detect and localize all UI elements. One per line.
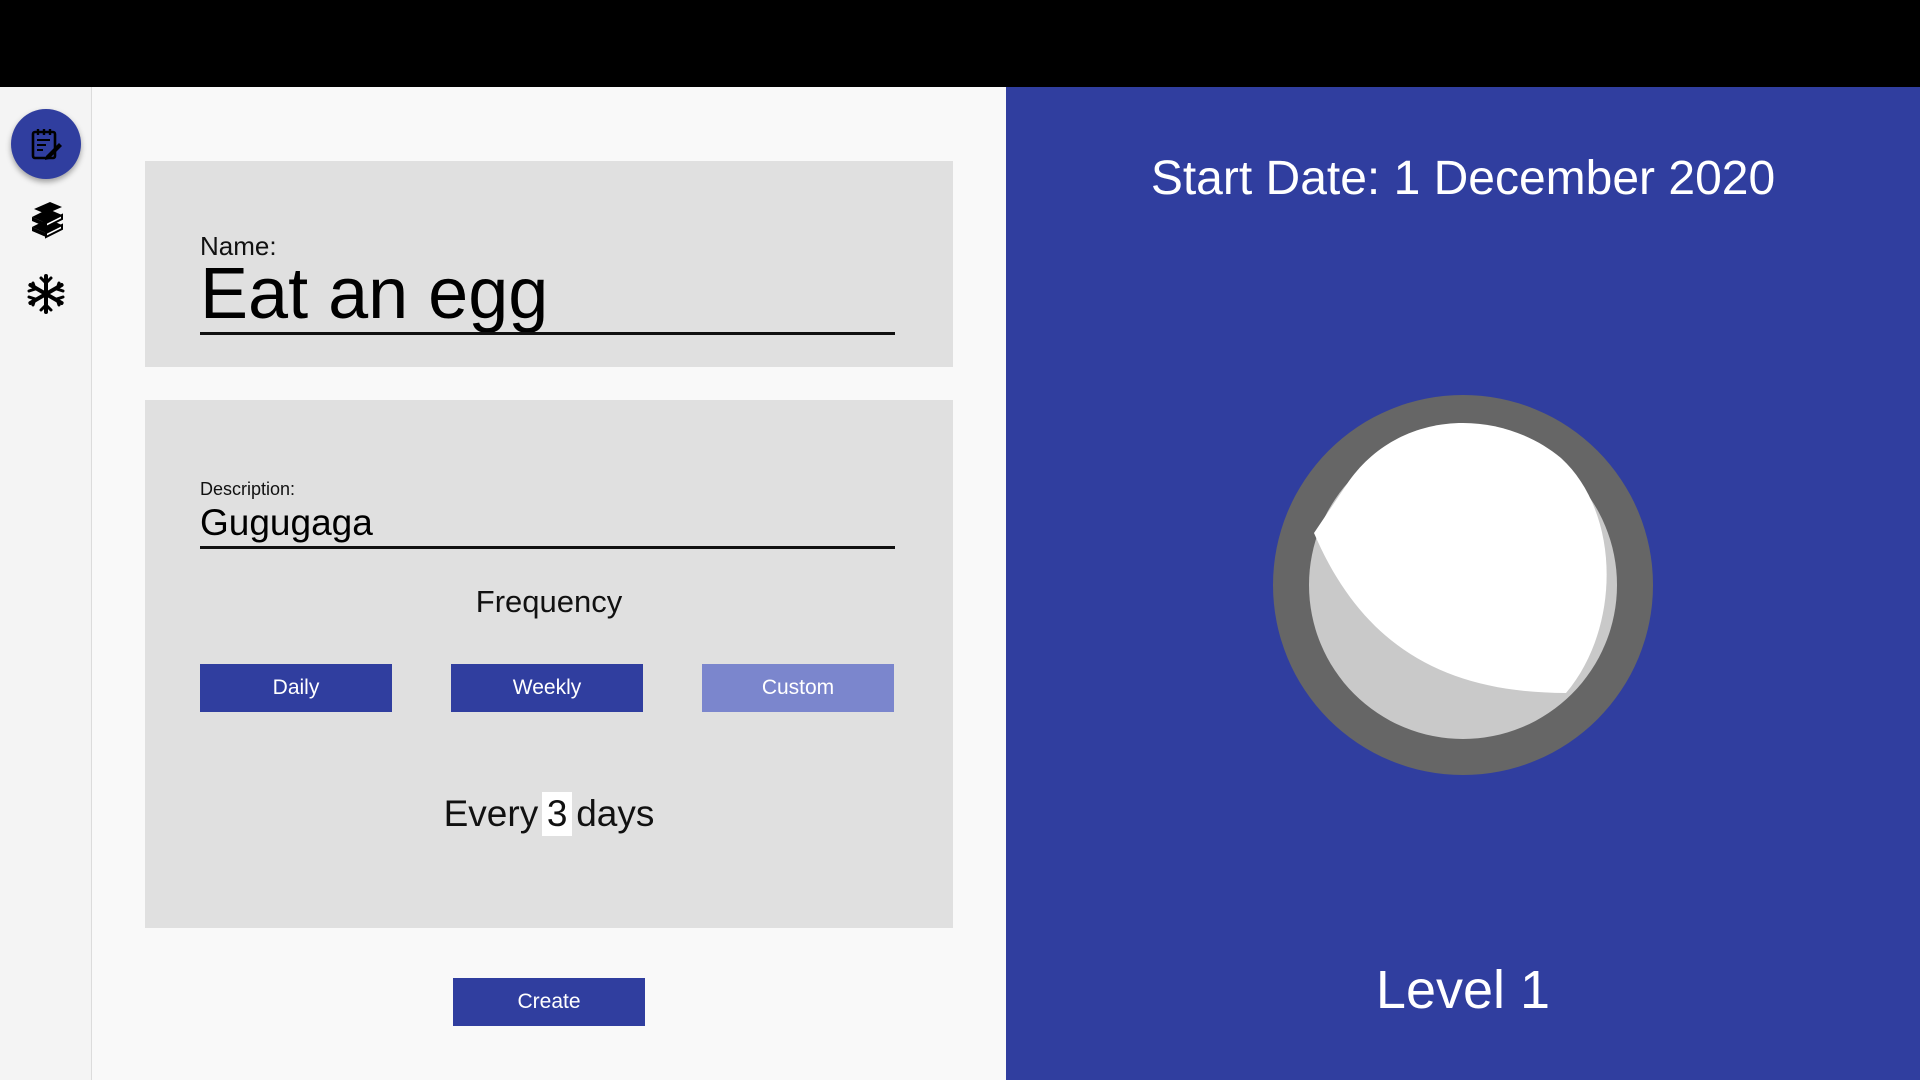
interval-days-input[interactable] — [542, 792, 573, 836]
sidebar-item-notepad[interactable] — [11, 109, 81, 179]
frequency-title: Frequency — [475, 584, 623, 619]
every-suffix: days — [576, 793, 655, 834]
level-text: Level 1 — [1375, 960, 1551, 1020]
name-card: Name: — [145, 161, 953, 367]
frequency-custom-button[interactable]: Custom — [702, 664, 894, 712]
start-date-text: Start Date: 1 December 2020 — [1150, 152, 1776, 205]
preview-panel: Start Date: 1 December 2020 Level 1 — [1006, 87, 1920, 1080]
top-bar — [0, 0, 1920, 87]
books-icon — [26, 199, 66, 239]
sidebar — [0, 87, 92, 1080]
custom-interval-row: Every days — [145, 792, 953, 836]
create-button[interactable]: Create — [453, 978, 645, 1026]
sidebar-item-snowflake[interactable] — [11, 259, 81, 329]
description-card: Description: Frequency Daily Weekly Cust… — [145, 400, 953, 928]
frequency-daily-button[interactable]: Daily — [200, 664, 392, 712]
egg-progress-icon — [1271, 393, 1655, 777]
every-prefix: Every — [443, 793, 539, 834]
habit-form-panel: Name: Description: Frequency Daily Weekl… — [92, 87, 1006, 1080]
name-input[interactable] — [200, 256, 895, 335]
notepad-edit-icon — [28, 126, 64, 162]
description-label: Description: — [200, 479, 296, 499]
frequency-weekly-button[interactable]: Weekly — [451, 664, 643, 712]
sidebar-item-books[interactable] — [11, 184, 81, 254]
snowflake-icon — [25, 273, 67, 315]
description-input[interactable] — [200, 500, 895, 549]
